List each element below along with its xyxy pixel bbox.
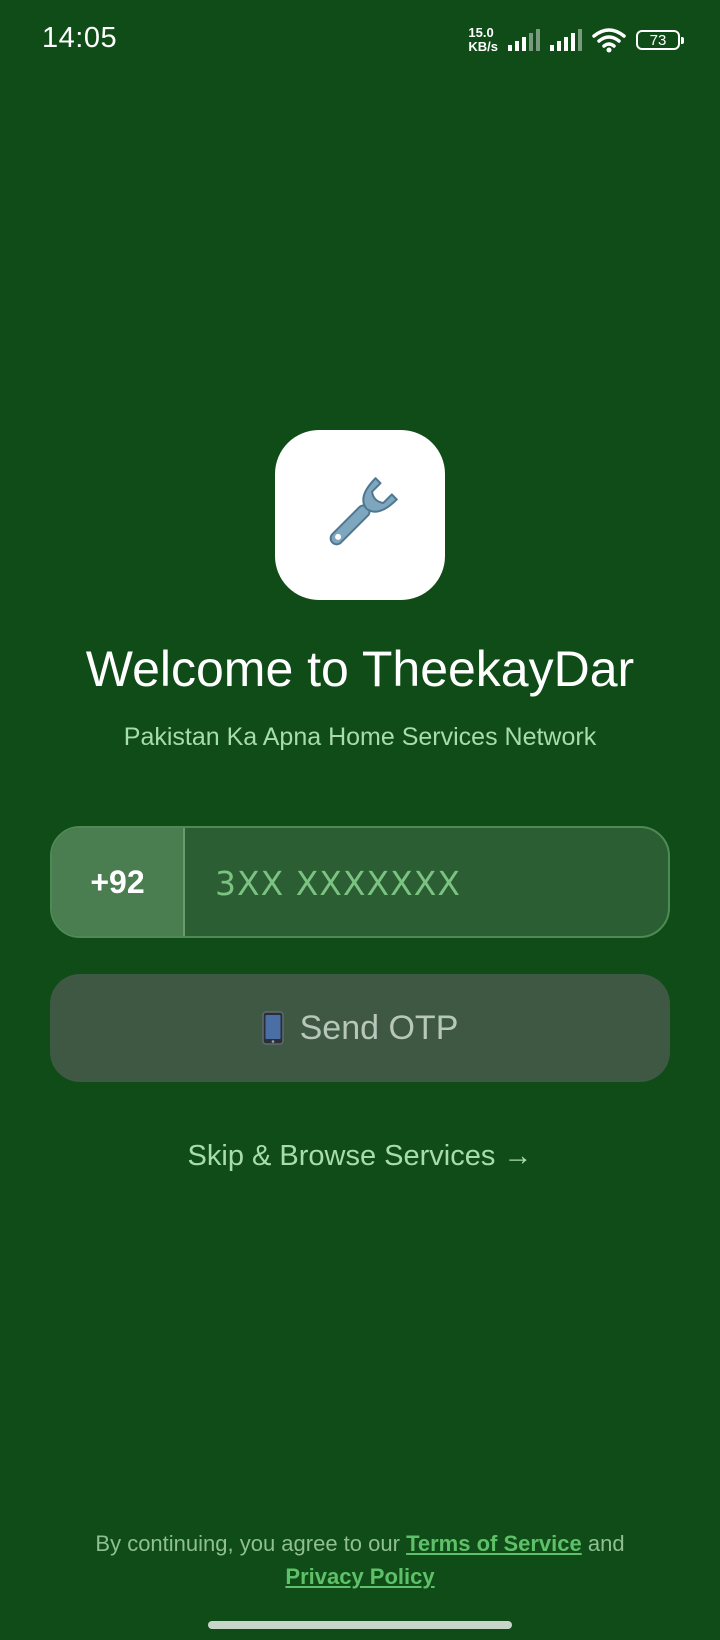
battery-level: 73 xyxy=(649,31,667,49)
app-logo xyxy=(275,430,445,600)
legal-notice: By continuing, you agree to our Terms of… xyxy=(40,1527,680,1593)
skip-browse-link[interactable]: Skip & Browse Services → xyxy=(0,1140,720,1173)
legal-joiner: and xyxy=(587,1531,625,1556)
status-time: 14:05 xyxy=(42,22,118,54)
login-screen: 14:05 15.0 KB/s 73 Welcome to TheekayDar… xyxy=(0,0,720,1640)
welcome-title: Welcome to TheekayDar xyxy=(85,641,635,697)
status-icons: 15.0 KB/s 73 xyxy=(468,24,684,56)
welcome-subtitle: Pakistan Ka Apna Home Services Network xyxy=(123,723,597,751)
country-code[interactable]: +92 xyxy=(52,828,185,936)
phone-input[interactable] xyxy=(185,828,668,936)
phone-number-field: +92 xyxy=(50,826,670,938)
home-indicator[interactable] xyxy=(208,1621,512,1629)
signal-strength-icon xyxy=(508,29,540,51)
status-bar: 14:05 15.0 KB/s 73 xyxy=(0,0,720,80)
network-speed-value: 15.0 xyxy=(468,25,494,40)
legal-prefix: By continuing, you agree to our xyxy=(95,1531,400,1556)
network-speed: 15.0 KB/s xyxy=(468,26,498,54)
send-otp-button[interactable]: Send OTP xyxy=(50,974,670,1082)
battery-indicator: 73 xyxy=(636,30,684,50)
mobile-phone-icon xyxy=(261,1011,284,1045)
wrench-icon xyxy=(329,477,398,546)
signal-strength-icon xyxy=(550,29,582,51)
terms-of-service-link[interactable]: Terms of Service xyxy=(406,1531,582,1556)
wifi-icon xyxy=(592,28,626,53)
privacy-policy-link[interactable]: Privacy Policy xyxy=(285,1564,434,1589)
send-otp-label: Send OTP xyxy=(299,1008,459,1047)
network-speed-unit: KB/s xyxy=(468,39,498,54)
